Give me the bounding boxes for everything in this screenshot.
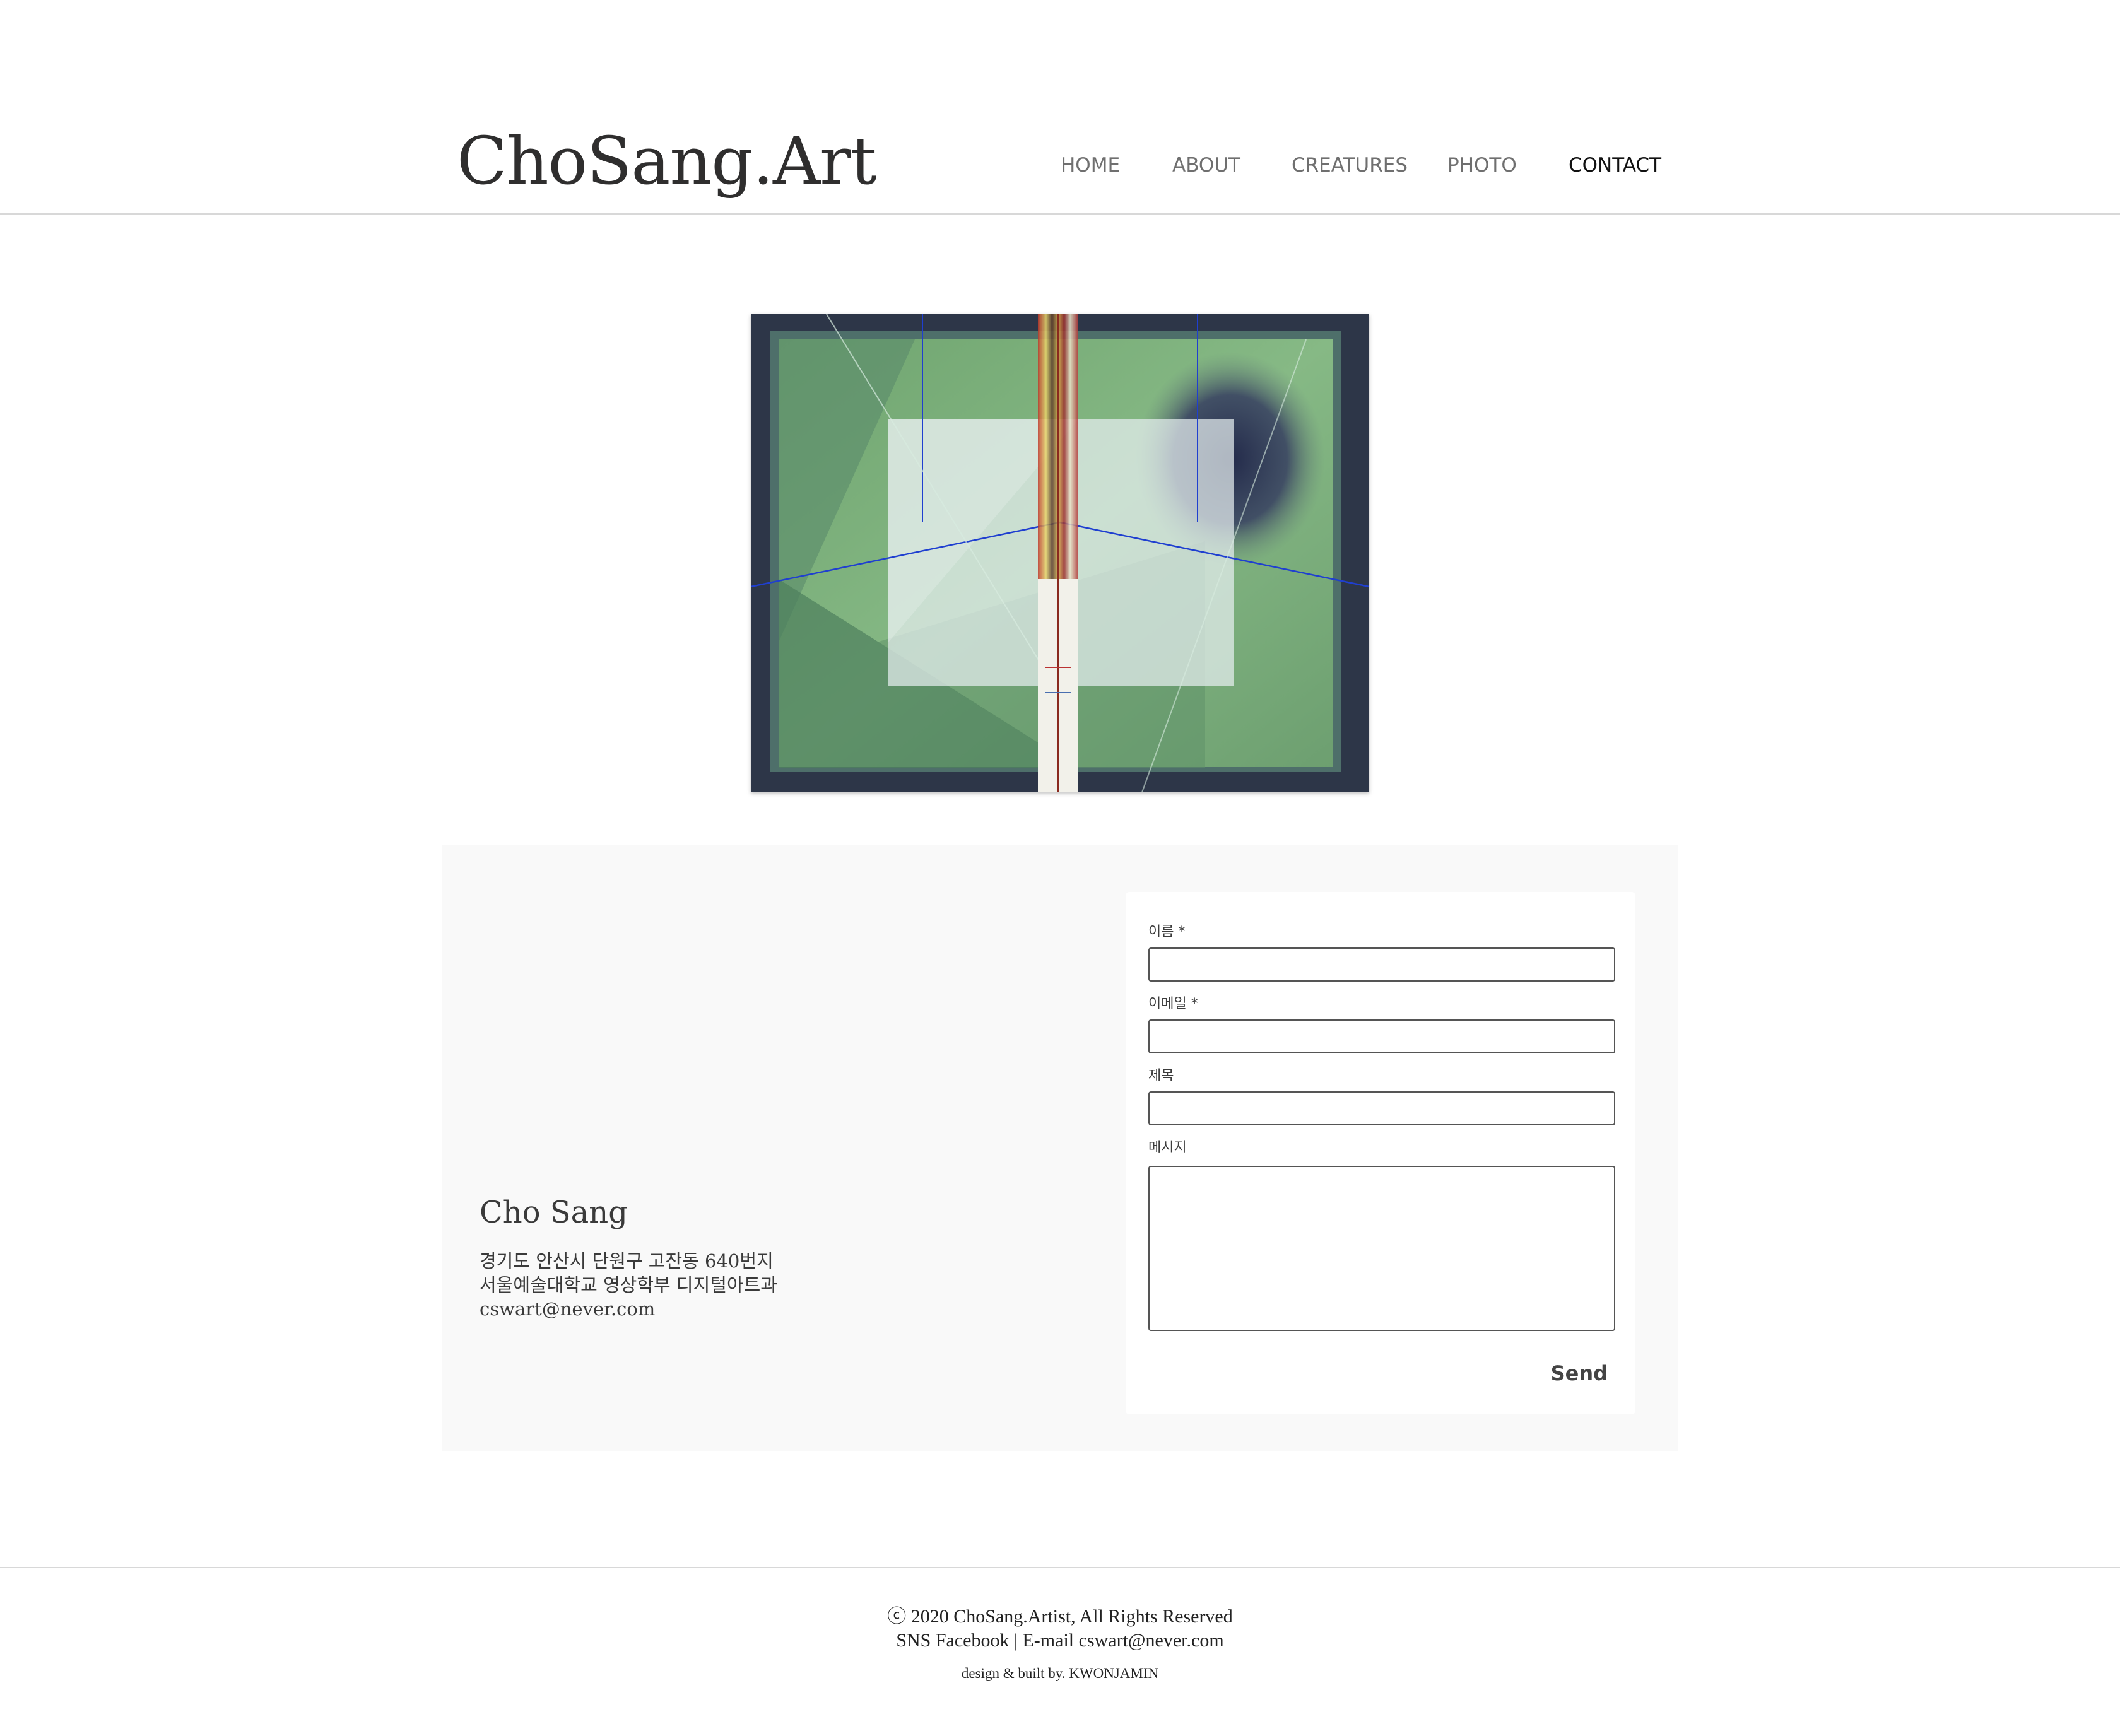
name-field-label: 이름 * [1148,924,1186,940]
header-divider [0,213,2120,215]
contact-email[interactable]: cswart@never.com [480,1297,777,1321]
artwork-painting [751,314,1369,792]
nav-item-home[interactable]: HOME [1061,149,1120,182]
message-field-label: 메시지 [1148,1140,1187,1156]
nav-item-creatures[interactable]: CREATURES [1292,149,1408,182]
nav-item-about[interactable]: ABOUT [1172,149,1240,182]
contact-section: Cho Sang 경기도 안산시 단원구 고잔동 640번지 서울예술대학교 영… [442,845,1678,1451]
subject-field[interactable] [1148,1091,1615,1125]
contact-info: 경기도 안산시 단원구 고잔동 640번지 서울예술대학교 영상학부 디지털아트… [480,1249,777,1321]
main-nav: HOME ABOUT CREATURES PHOTO CONTACT [0,149,2120,182]
footer: ⓒ 2020 ChoSang.Artist, All Rights Reserv… [0,1605,2120,1683]
footer-copyright: ⓒ 2020 ChoSang.Artist, All Rights Reserv… [887,1606,1233,1627]
contact-name: Cho Sang [480,1195,628,1230]
footer-divider [0,1567,2120,1568]
artwork-image [751,314,1369,792]
footer-links[interactable]: SNS Facebook | E-mail cswart@never.com [0,1629,2120,1653]
message-field[interactable] [1148,1166,1615,1331]
email-field-label: 이메일 * [1148,996,1198,1012]
email-field[interactable] [1148,1019,1615,1053]
subject-field-label: 제목 [1148,1068,1174,1084]
name-field[interactable] [1148,947,1615,982]
nav-item-contact[interactable]: CONTACT [1569,149,1661,182]
send-button[interactable]: Send [1551,1358,1608,1389]
footer-credit: design & built by. KWONJAMIN [961,1665,1159,1681]
contact-address-line1: 경기도 안산시 단원구 고잔동 640번지 [480,1250,774,1272]
contact-form: 이름 * 이메일 * 제목 메시지 Send [1126,892,1635,1414]
contact-address-line2: 서울예술대학교 영상학부 디지털아트과 [480,1274,777,1296]
nav-item-photo[interactable]: PHOTO [1447,149,1517,182]
